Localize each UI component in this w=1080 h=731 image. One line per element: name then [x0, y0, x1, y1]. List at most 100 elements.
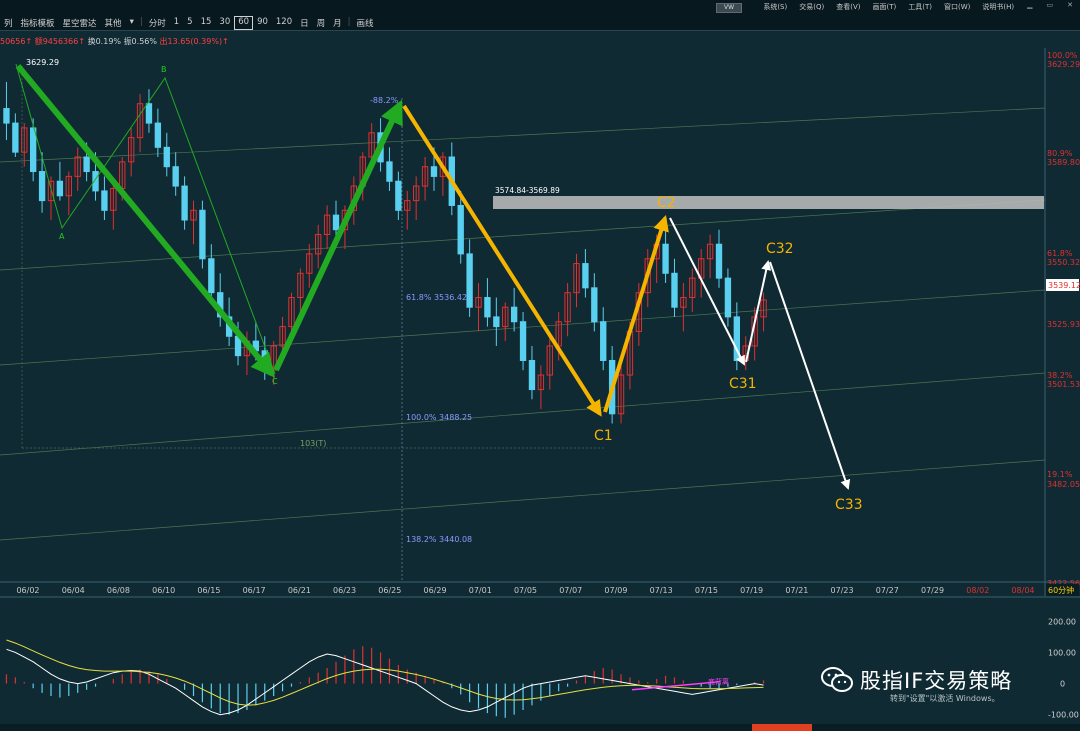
wave-label-c31: C31: [729, 376, 757, 392]
candle-body: [172, 166, 179, 187]
candle-body: [56, 180, 64, 197]
wave-c32-arrow: [745, 260, 772, 363]
wave-label-c: C: [272, 377, 278, 386]
price-tick-label: 3501.53: [1047, 380, 1080, 389]
fib-pct-label: 80.9%: [1047, 149, 1073, 158]
date-tick-label: 06/15: [197, 586, 220, 595]
wave-label-c1: C1: [594, 428, 613, 444]
macd-tick-label: -100.00: [1048, 711, 1079, 720]
candle-body: [430, 166, 438, 177]
candle-body: [600, 321, 607, 361]
candle-body: [582, 263, 589, 289]
resistance-zone: [493, 196, 1044, 209]
candle-body: [724, 277, 732, 318]
date-tick-label: 07/01: [469, 586, 492, 595]
wave-label-c33: C33: [835, 497, 863, 513]
candle-body: [671, 272, 678, 308]
price-chart[interactable]: 3629.29 3574.84-3569.89 -88.2% 61.8% 353…: [0, 0, 1080, 731]
watermark-text: 股指IF交易策略: [860, 669, 1013, 693]
candle-body: [38, 171, 46, 202]
candle-body: [528, 359, 536, 391]
date-tick-label: 06/29: [424, 586, 447, 595]
date-tick-label: 07/13: [650, 586, 673, 595]
wave-c33-arrow: [769, 261, 851, 490]
wave-label-b: B: [161, 65, 167, 74]
candle-body: [3, 108, 10, 124]
candle-body: [332, 214, 340, 231]
price-axis: 100.0% 3629.29 80.9% 3589.80 61.8% 3550.…: [1047, 51, 1080, 588]
date-tick-label: 06/23: [333, 586, 356, 595]
status-bar: [0, 724, 1080, 731]
date-tick-label: 07/07: [559, 586, 582, 595]
watermark: 股指IF交易策略: [820, 665, 1012, 695]
candle-body: [208, 258, 215, 294]
price-tick-label: 3482.05: [1047, 480, 1080, 489]
zone-range-label: 3574.84-3569.89: [495, 186, 560, 195]
candle-body: [395, 180, 402, 211]
date-tick-label: 06/02: [16, 586, 39, 595]
fib-pct-label: 38.2%: [1047, 371, 1073, 380]
date-tick-label: 06/04: [62, 586, 85, 595]
price-tick-label: 3629.29: [1047, 60, 1080, 69]
high-price-label: 3629.29: [26, 58, 59, 67]
time-axis: 06/02 06/04 06/08 06/10 06/15 06/17 06/21 06/23…: [16, 586, 1034, 595]
date-tick-label: 06/21: [288, 586, 311, 595]
wave-label-c32: C32: [766, 241, 794, 257]
candle-body: [145, 103, 153, 124]
candle-body: [715, 243, 723, 279]
candle-body: [386, 161, 393, 182]
divergence-label: 底背离: [708, 677, 729, 686]
candle-body: [457, 204, 464, 255]
period-label: 60分钟: [1048, 585, 1074, 595]
activation-notice: 转到"设置"以激活 Windows。: [890, 694, 1000, 703]
date-tick-label: 07/19: [740, 586, 763, 595]
price-tick-label: 3589.80: [1047, 158, 1080, 167]
macd-tick-label: 100.00: [1048, 648, 1076, 657]
wave-c2-arrow: [603, 214, 669, 413]
candle-body: [591, 287, 598, 323]
price-tick-label: 3525.93: [1047, 320, 1080, 329]
wechat-icon: [820, 665, 854, 695]
candle-body: [484, 297, 491, 318]
candle-body: [519, 321, 527, 361]
fib-1382-label: 138.2% 3440.08: [406, 535, 472, 544]
macd-panel: [5, 639, 765, 718]
candle-body: [466, 253, 473, 308]
wave-label-a: A: [59, 232, 65, 241]
macd-axis: 200.00 100.00 0 -100.00: [1048, 617, 1079, 719]
date-tick-label: 07/29: [921, 586, 944, 595]
date-tick-label: 07/21: [785, 586, 808, 595]
date-tick-label: 06/17: [243, 586, 266, 595]
candle-body: [30, 127, 37, 173]
date-tick-label: 06/25: [378, 586, 401, 595]
fib-100-label: 100.0% 3488.25: [406, 413, 472, 422]
price-tick-label: 3550.32: [1047, 258, 1080, 267]
status-logo: [752, 724, 812, 731]
date-tick-label: 07/27: [876, 586, 899, 595]
macd-dif-line: [6, 648, 764, 716]
candle-body: [199, 209, 206, 260]
wave-c1-arrow: [402, 104, 602, 417]
candle-body: [154, 122, 162, 148]
date-tick-label: 08/02: [966, 586, 989, 595]
candle-body: [493, 316, 500, 328]
candle-body: [83, 156, 90, 173]
candle-body: [12, 122, 19, 153]
date-tick-label: 07/09: [604, 586, 627, 595]
date-tick-label: 07/05: [514, 586, 537, 595]
macd-tick-label: 200.00: [1048, 617, 1076, 626]
candle-body: [101, 190, 108, 211]
date-tick-label: 07/15: [695, 586, 718, 595]
wave-c31-arrow: [669, 217, 745, 366]
fib-pct-label: 19.1%: [1047, 470, 1073, 479]
candle-body: [181, 185, 188, 221]
candle-body: [163, 146, 170, 168]
candle-body: [662, 243, 669, 274]
fib-pct-label: 61.8%: [1047, 249, 1073, 258]
macd-tick-label: 0: [1060, 680, 1065, 689]
wave-label-c2: C2: [657, 195, 676, 211]
date-tick-label: 06/10: [152, 586, 175, 595]
date-tick-label: 07/23: [831, 586, 854, 595]
fib-pct-label: 100.0%: [1047, 51, 1078, 60]
date-tick-label: 06/08: [107, 586, 130, 595]
